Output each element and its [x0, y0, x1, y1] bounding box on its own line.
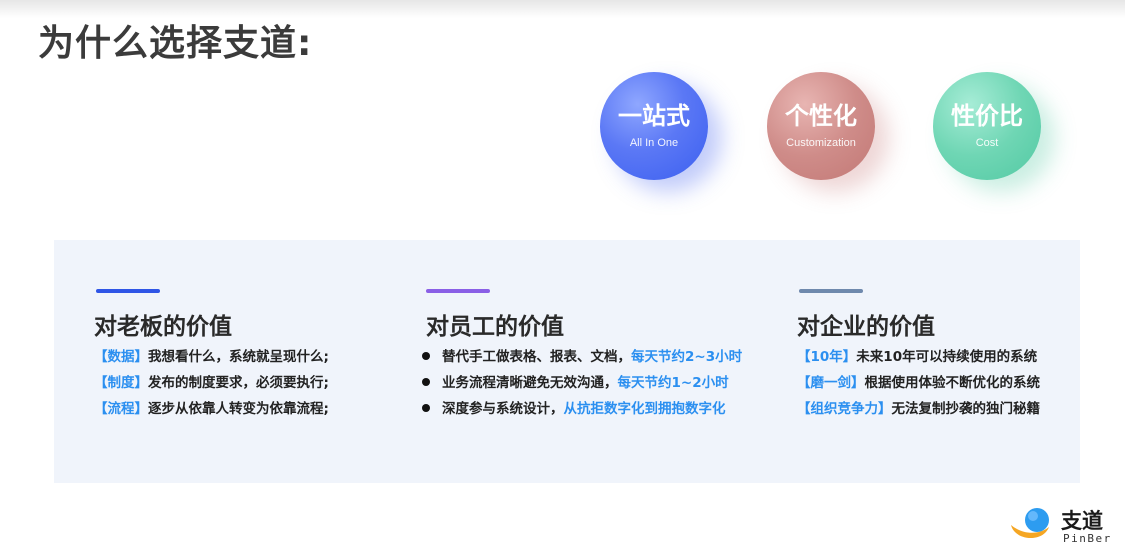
bullet-icon: [422, 352, 430, 360]
list-item: 【组织竞争力】无法复制抄袭的独门秘籍: [797, 396, 1040, 422]
item-highlight: 每天节约1~2小时: [617, 375, 729, 391]
list-item: 【磨一剑】根据使用体验不断优化的系统: [797, 370, 1040, 396]
item-highlight: 每天节约2~3小时: [631, 349, 743, 365]
page-title: 为什么选择支道:: [38, 23, 313, 64]
item-text: 未来10年可以持续使用的系统: [856, 349, 1038, 365]
column-title: 对员工的价值: [426, 314, 564, 340]
item-tag: 【制度】: [94, 375, 148, 391]
list-item: 业务流程清晰避免无效沟通，每天节约1~2小时: [422, 370, 742, 396]
list-item: 替代手工做表格、报表、文档，每天节约2~3小时: [422, 344, 742, 370]
item-text: 深度参与系统设计，: [442, 401, 564, 417]
item-tag: 【10年】: [797, 349, 857, 365]
feature-circle-title: 性价比: [951, 101, 1023, 130]
accent-bar: [799, 289, 863, 293]
item-text: 无法复制抄袭的独门秘籍: [891, 401, 1041, 417]
feature-circle-all-in-one: 一站式 All In One: [600, 72, 708, 180]
value-list: 【数据】我想看什么，系统就呈现什么; 【制度】发布的制度要求，必须要执行; 【流…: [94, 344, 329, 422]
feature-circle-title: 一站式: [618, 101, 690, 130]
feature-circle-subtitle: All In One: [629, 137, 679, 150]
value-list: 替代手工做表格、报表、文档，每天节约2~3小时 业务流程清晰避免无效沟通，每天节…: [422, 344, 742, 422]
item-tag: 【数据】: [94, 349, 148, 365]
item-text: 逐步从依靠人转变为依靠流程;: [148, 401, 329, 417]
bullet-icon: [422, 404, 430, 412]
item-text: 我想看什么，系统就呈现什么;: [148, 349, 329, 365]
accent-bar: [426, 289, 490, 293]
accent-bar: [96, 289, 160, 293]
brand-name-en: PinBer: [1063, 532, 1112, 545]
column-title: 对企业的价值: [797, 314, 935, 340]
feature-circle-customization: 个性化 Customization: [767, 72, 875, 180]
list-item: 【流程】逐步从依靠人转变为依靠流程;: [94, 396, 329, 422]
feature-circle-title: 个性化: [785, 101, 857, 130]
feature-circle-cost: 性价比 Cost: [933, 72, 1041, 180]
item-text: 发布的制度要求，必须要执行;: [148, 375, 329, 391]
pinber-logo-icon: [1011, 508, 1049, 539]
list-item: 【制度】发布的制度要求，必须要执行;: [94, 370, 329, 396]
list-item: 【数据】我想看什么，系统就呈现什么;: [94, 344, 329, 370]
feature-circle-subtitle: Customization: [786, 137, 856, 150]
item-text: 替代手工做表格、报表、文档，: [442, 349, 631, 365]
item-highlight: 从抗拒数字化到拥抱数字化: [563, 401, 726, 417]
item-tag: 【磨一剑】: [797, 375, 865, 391]
column-title: 对老板的价值: [94, 314, 232, 340]
item-tag: 【流程】: [94, 401, 148, 417]
list-item: 【10年】未来10年可以持续使用的系统: [797, 344, 1040, 370]
feature-circle-subtitle: Cost: [975, 137, 999, 150]
value-list: 【10年】未来10年可以持续使用的系统 【磨一剑】根据使用体验不断优化的系统 【…: [797, 344, 1040, 422]
item-text: 根据使用体验不断优化的系统: [864, 375, 1041, 391]
bullet-icon: [422, 378, 430, 386]
brand-logo: 支道 PinBer: [1009, 503, 1119, 547]
item-text: 业务流程清晰避免无效沟通，: [442, 375, 618, 391]
list-item: 深度参与系统设计，从抗拒数字化到拥抱数字化: [422, 396, 742, 422]
value-panel: 对老板的价值 【数据】我想看什么，系统就呈现什么; 【制度】发布的制度要求，必须…: [54, 240, 1080, 483]
item-tag: 【组织竞争力】: [797, 401, 892, 417]
brand-name: 支道: [1061, 509, 1103, 533]
